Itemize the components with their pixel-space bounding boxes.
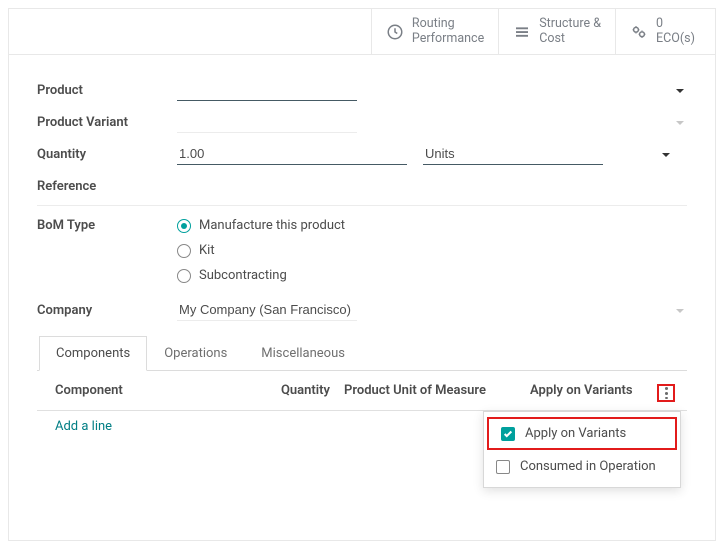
menu-label: Consumed in Operation: [520, 459, 656, 474]
stat-line1: 0: [656, 17, 695, 31]
routing-performance-button[interactable]: Routing Performance: [371, 9, 498, 54]
product-label: Product: [37, 83, 177, 98]
stat-line1: Routing: [412, 17, 484, 31]
checkbox-checked-icon: [501, 427, 515, 441]
company-field[interactable]: [177, 299, 357, 321]
stat-line1: Structure &: [539, 17, 601, 31]
bom-type-label: BoM Type: [37, 216, 177, 233]
optional-columns-menu: Apply on Variants Consumed in Operation: [483, 411, 681, 488]
structure-cost-button[interactable]: Structure & Cost: [498, 9, 615, 54]
menu-label: Apply on Variants: [525, 426, 626, 441]
reference-field[interactable]: [177, 175, 687, 197]
checkbox-unchecked-icon: [496, 460, 510, 474]
variant-label: Product Variant: [37, 115, 177, 130]
menu-consumed-in-operation[interactable]: Consumed in Operation: [484, 452, 680, 481]
company-label: Company: [37, 303, 177, 318]
header-quantity: Quantity: [260, 383, 330, 398]
radio-label: Manufacture this product: [199, 218, 345, 233]
gears-icon: [630, 23, 648, 41]
caret-down-icon: [675, 305, 685, 320]
stat-line2: Performance: [412, 32, 484, 46]
menu-apply-on-variants[interactable]: Apply on Variants: [487, 417, 677, 450]
form-body: Product Product Variant Quantity: [9, 55, 715, 540]
bom-type-radio-group: Manufacture this product Kit Subcontract…: [177, 216, 345, 283]
header-uom: Product Unit of Measure: [330, 383, 510, 398]
bom-type-manufacture[interactable]: Manufacture this product: [177, 218, 345, 233]
radio-label: Subcontracting: [199, 268, 287, 283]
reference-label: Reference: [37, 179, 177, 194]
bom-type-kit[interactable]: Kit: [177, 243, 345, 258]
radio-label: Kit: [199, 243, 215, 258]
caret-down-icon: [675, 85, 685, 100]
radio-icon: [177, 269, 191, 283]
header-component: Component: [55, 383, 260, 398]
header-apply-variants: Apply on Variants: [510, 383, 655, 398]
bom-form-view: Routing Performance Structure & Cost 0 E…: [8, 8, 716, 541]
bom-type-subcontracting[interactable]: Subcontracting: [177, 268, 345, 283]
columns-kebab-button[interactable]: [657, 384, 675, 402]
clock-icon: [386, 23, 404, 41]
caret-down-icon: [675, 117, 685, 132]
radio-icon: [177, 244, 191, 258]
components-page: Component Quantity Product Unit of Measu…: [37, 371, 687, 532]
stat-button-bar: Routing Performance Structure & Cost 0 E…: [9, 9, 715, 55]
radio-icon: [177, 219, 191, 233]
tab-operations[interactable]: Operations: [147, 336, 244, 371]
uom-field[interactable]: [423, 143, 603, 165]
stat-line2: Cost: [539, 32, 601, 46]
list-icon: [513, 23, 531, 41]
quantity-label: Quantity: [37, 147, 177, 162]
notebook-tabs: Components Operations Miscellaneous: [37, 335, 687, 371]
caret-down-icon: [661, 149, 671, 164]
stat-line2: ECO(s): [656, 32, 695, 46]
components-header-row: Component Quantity Product Unit of Measu…: [37, 371, 687, 411]
tab-components[interactable]: Components: [39, 336, 147, 371]
quantity-field[interactable]: [177, 143, 407, 165]
product-variant-field[interactable]: [177, 111, 357, 133]
ecos-button[interactable]: 0 ECO(s): [615, 9, 715, 54]
tab-miscellaneous[interactable]: Miscellaneous: [244, 336, 362, 371]
product-field[interactable]: [177, 79, 357, 101]
